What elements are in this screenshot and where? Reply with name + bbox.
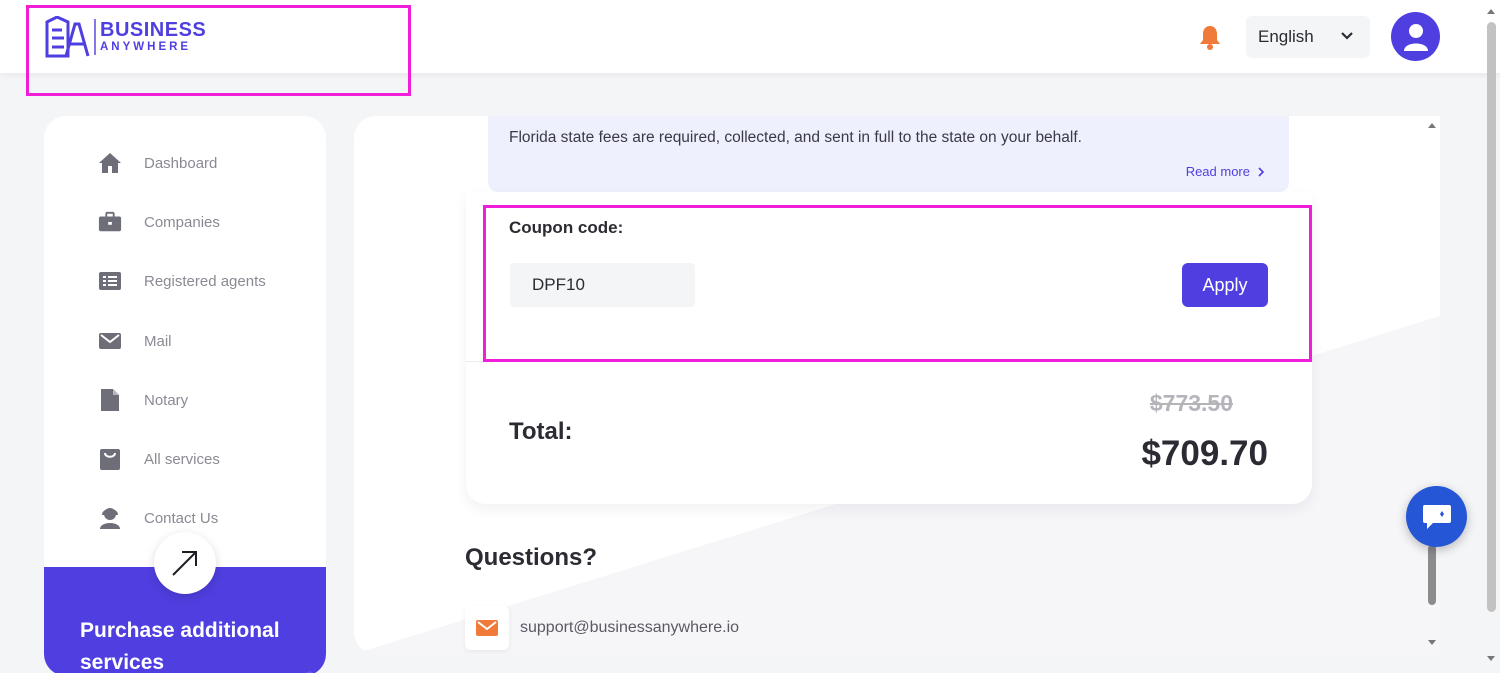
language-value: English [1258, 27, 1314, 46]
sidebar-item-notary[interactable]: Notary [98, 388, 188, 412]
user-avatar[interactable] [1391, 12, 1440, 61]
sidebar-item-contact-us[interactable]: Contact Us [98, 506, 218, 530]
scroll-down-arrow-icon[interactable] [1426, 638, 1438, 648]
read-more-label: Read more [1185, 164, 1250, 179]
arrow-up-right-icon [172, 551, 197, 576]
sidebar-item-label: Dashboard [144, 154, 218, 172]
language-select[interactable]: English [1246, 16, 1370, 58]
chat-button[interactable] [1406, 486, 1467, 547]
sidebar-item-label: Registered agents [144, 272, 266, 290]
promo-arrow-button[interactable] [154, 532, 216, 594]
page-scrollbar-thumb[interactable] [1487, 22, 1496, 612]
home-icon [98, 151, 122, 175]
chevron-right-icon [1258, 166, 1265, 177]
sidebar-item-companies[interactable]: Companies [98, 210, 220, 234]
total-label: Total: [509, 418, 573, 445]
read-more-link[interactable]: Read more [1186, 164, 1267, 179]
support-email-row[interactable]: support@businessanywhere.io [465, 606, 739, 650]
briefcase-icon [98, 210, 122, 234]
notice-text: Florida state fees are required, collect… [509, 129, 1082, 146]
sidebar: Dashboard Companies Registered agents Ma… [44, 116, 326, 673]
support-agent-icon [98, 506, 122, 530]
coupon-highlight-box [483, 205, 1312, 362]
sidebar-item-label: Contact Us [144, 509, 219, 527]
sidebar-item-label: All services [144, 450, 220, 468]
sidebar-item-dashboard[interactable]: Dashboard [98, 151, 217, 175]
sidebar-item-label: Companies [144, 213, 220, 231]
panel-scrollbar-thumb[interactable] [1428, 545, 1436, 605]
promo-decoration [305, 671, 314, 673]
original-price: $773.50 [1149, 390, 1233, 416]
envelope-icon [98, 329, 122, 353]
checkout-panel: Florida state fees are required, collect… [354, 116, 1440, 654]
logo-highlight-box [26, 5, 411, 96]
sidebar-item-label: Mail [144, 332, 172, 350]
chevron-down-icon [1341, 32, 1353, 40]
sidebar-item-label: Notary [144, 391, 189, 409]
sidebar-item-registered-agents[interactable]: Registered agents [98, 269, 266, 293]
bag-icon [98, 447, 122, 471]
document-icon [98, 388, 122, 412]
envelope-icon [476, 620, 498, 636]
mail-icon-box [465, 606, 509, 650]
page-scroll-up-arrow-icon[interactable] [1485, 6, 1497, 16]
sidebar-item-mail[interactable]: Mail [98, 329, 172, 353]
list-icon [98, 269, 122, 293]
chat-bubble-icon [1422, 504, 1451, 529]
bell-icon[interactable] [1198, 24, 1222, 50]
scroll-up-arrow-icon[interactable] [1426, 120, 1438, 130]
user-icon [1403, 23, 1428, 51]
questions-heading: Questions? [465, 544, 598, 571]
support-email[interactable]: support@businessanywhere.io [520, 619, 739, 637]
sidebar-item-all-services[interactable]: All services [98, 447, 220, 471]
page-scroll-down-arrow-icon[interactable] [1485, 654, 1497, 664]
discounted-price: $709.70 [1141, 434, 1268, 473]
state-fees-notice: Florida state fees are required, collect… [488, 116, 1289, 192]
